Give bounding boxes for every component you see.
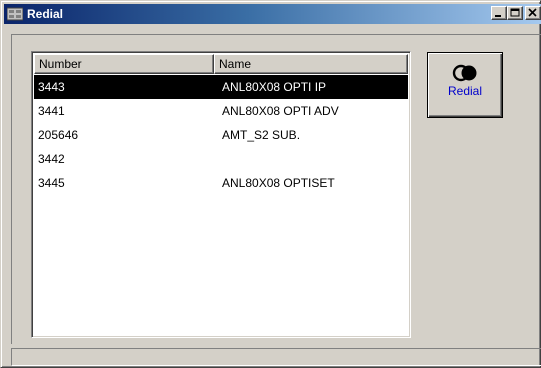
- number-cell: 3445: [38, 176, 65, 190]
- list-item[interactable]: 3441 ANL80X08 OPTI ADV: [34, 99, 408, 123]
- minimize-icon: [495, 15, 501, 17]
- minimize-button[interactable]: [491, 6, 507, 20]
- redial-button[interactable]: Redial: [427, 52, 503, 118]
- list-rows: 3443 ANL80X08 OPTI IP 3441 ANL80X08 OPTI…: [34, 75, 408, 195]
- title-bar[interactable]: Redial: [4, 4, 541, 24]
- list-item[interactable]: 3442: [34, 147, 408, 171]
- close-icon: [528, 8, 537, 17]
- number-cell: 3441: [38, 104, 65, 118]
- window-title: Redial: [27, 7, 64, 21]
- redial-window: Redial Number Name 3443 ANL80X08 OPTI IP…: [0, 0, 541, 368]
- phone-app-icon: [6, 7, 24, 21]
- list-item[interactable]: 205646 AMT_S2 SUB.: [34, 123, 408, 147]
- name-cell: ANL80X08 OPTI IP: [222, 80, 327, 94]
- maximize-button[interactable]: [507, 6, 523, 20]
- name-cell: ANL80X08 OPTISET: [222, 176, 335, 190]
- redial-label: Redial: [447, 84, 483, 98]
- redial-list[interactable]: Number Name 3443 ANL80X08 OPTI IP 3441 A…: [31, 51, 411, 338]
- number-cell: 3443: [38, 80, 65, 94]
- window-controls: [491, 6, 541, 20]
- name-cell: AMT_S2 SUB.: [222, 128, 301, 142]
- list-item[interactable]: 3443 ANL80X08 OPTI IP: [34, 75, 408, 99]
- maximize-icon: [510, 8, 520, 17]
- list-header: Number Name: [34, 54, 408, 74]
- redial-icon: [452, 64, 478, 82]
- column-header-name[interactable]: Name: [214, 54, 408, 74]
- status-bar: [11, 348, 541, 366]
- list-item[interactable]: 3445 ANL80X08 OPTISET: [34, 171, 408, 195]
- number-cell: 205646: [38, 128, 79, 142]
- close-button[interactable]: [525, 6, 541, 20]
- action-panel: [427, 119, 503, 339]
- name-cell: ANL80X08 OPTI ADV: [222, 104, 339, 118]
- number-cell: 3442: [38, 152, 65, 166]
- name-cell: [218, 147, 408, 171]
- column-header-number[interactable]: Number: [34, 54, 214, 74]
